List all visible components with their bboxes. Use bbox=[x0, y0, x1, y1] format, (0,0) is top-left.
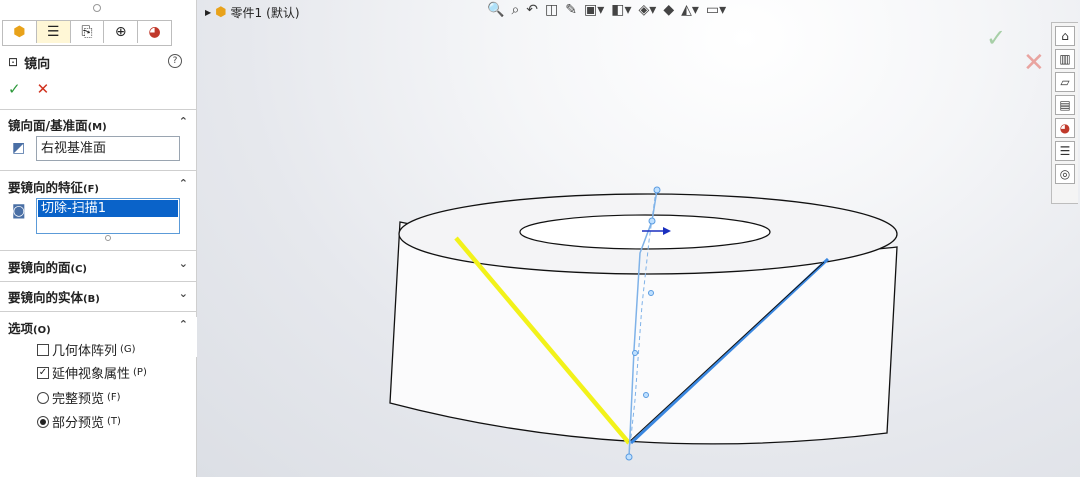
section-features-header[interactable]: 要镜向的特征(F) ⌃ bbox=[8, 177, 190, 195]
chevron-up-icon[interactable]: ⌃ bbox=[179, 177, 188, 190]
section-hotkey: (M) bbox=[87, 122, 107, 133]
display-manager-icon: ◕ bbox=[148, 24, 161, 40]
list-resize-grip-icon[interactable] bbox=[105, 235, 111, 241]
ok-button[interactable]: ✓ bbox=[8, 80, 21, 98]
part-model[interactable] bbox=[197, 0, 1080, 477]
section-hotkey: (C) bbox=[70, 264, 87, 275]
partial-preview-radio[interactable]: 部分预览 (T) bbox=[37, 412, 121, 431]
mirror-plane-field[interactable]: 右视基准面 bbox=[36, 136, 180, 161]
feature-select-icon: ◙ bbox=[12, 203, 26, 219]
display-manager-tab[interactable]: ◕ bbox=[138, 21, 171, 43]
section-hotkey: (B) bbox=[83, 294, 100, 305]
configuration-manager-tab[interactable]: ⎘ bbox=[71, 21, 105, 43]
chevron-down-icon[interactable]: ⌄ bbox=[179, 287, 188, 300]
path-node[interactable] bbox=[625, 453, 633, 461]
configuration-manager-icon: ⎘ bbox=[81, 24, 93, 40]
radio-selected[interactable] bbox=[37, 415, 49, 428]
path-node[interactable] bbox=[648, 217, 656, 225]
chevron-down-icon[interactable]: ⌄ bbox=[179, 257, 188, 270]
section-faces-header[interactable]: 要镜向的面(C) ⌄ bbox=[8, 257, 190, 275]
section-label: 要镜向的实体 bbox=[8, 290, 84, 305]
option-hotkey: (F) bbox=[107, 392, 121, 403]
help-icon[interactable]: ? bbox=[168, 54, 182, 68]
full-preview-radio[interactable]: 完整预览 (F) bbox=[37, 388, 121, 407]
list-item[interactable]: 切除-扫描1 bbox=[38, 200, 178, 217]
property-manager-tab[interactable]: ☰ bbox=[36, 21, 71, 43]
section-label: 选项 bbox=[8, 321, 34, 336]
section-label: 镜向面/基准面 bbox=[8, 118, 88, 133]
option-label: 部分预览 bbox=[52, 416, 105, 431]
checkbox-checked[interactable]: ✓ bbox=[37, 366, 49, 379]
divider bbox=[0, 311, 196, 312]
path-node[interactable] bbox=[653, 186, 661, 194]
section-hotkey: (F) bbox=[83, 184, 99, 195]
dimxpert-tab[interactable]: ⊕ bbox=[104, 21, 139, 43]
checkbox[interactable] bbox=[37, 343, 49, 356]
panel-grip-icon[interactable] bbox=[93, 4, 101, 12]
divider bbox=[0, 281, 196, 282]
section-label: 要镜向的面 bbox=[8, 260, 71, 275]
option-hotkey: (T) bbox=[107, 416, 121, 427]
feature-manager-icon: ⬢ bbox=[13, 24, 26, 40]
path-node[interactable] bbox=[643, 392, 649, 398]
inner-hole-edge[interactable] bbox=[519, 214, 771, 250]
chevron-up-icon[interactable]: ⌃ bbox=[179, 115, 188, 128]
confirm-row: ✓ ✕ bbox=[8, 80, 49, 98]
property-manager-header: ⊡ 镜向 ? bbox=[8, 53, 188, 72]
section-options-header[interactable]: 选项(O) ⌃ bbox=[8, 318, 190, 336]
radio[interactable] bbox=[37, 391, 49, 404]
option-hotkey: (P) bbox=[133, 367, 147, 378]
section-bodies-header[interactable]: 要镜向的实体(B) ⌄ bbox=[8, 287, 190, 305]
cancel-button[interactable]: ✕ bbox=[37, 80, 50, 98]
option-label: 几何体阵列 bbox=[52, 344, 118, 359]
property-manager-icon: ☰ bbox=[46, 24, 60, 40]
divider bbox=[0, 109, 196, 110]
chevron-up-icon[interactable]: ⌃ bbox=[179, 318, 188, 331]
divider bbox=[0, 170, 196, 171]
page-title: 镜向 bbox=[24, 56, 51, 72]
features-list[interactable]: 切除-扫描1 bbox=[36, 198, 180, 234]
option-label: 完整预览 bbox=[52, 392, 105, 407]
divider bbox=[0, 250, 196, 251]
option-label: 延伸视象属性 bbox=[52, 367, 131, 382]
graphics-viewport[interactable]: ▶ ⬢ 零件1 (默认) 🔍 ⌕ ↶ ◫ ✎ ▣▾ ◧▾ ◈▾ ◆ ◭▾ ▭▾ … bbox=[197, 0, 1080, 477]
path-node[interactable] bbox=[648, 290, 654, 296]
plane-icon: ◩ bbox=[12, 140, 26, 156]
feature-manager-tab[interactable]: ⬢ bbox=[3, 21, 37, 43]
manager-tabs: ⬢ ☰ ⎘ ⊕ ◕ bbox=[2, 20, 172, 46]
mirror-feature-icon: ⊡ bbox=[8, 55, 19, 69]
propagate-visual-checkbox[interactable]: ✓ 延伸视象属性 (P) bbox=[37, 363, 147, 382]
property-manager-panel: ⬢ ☰ ⎘ ⊕ ◕ ⊡ 镜向 ? ✓ ✕ 镜向面/基准面(M) ⌃ ◩ 右视基准… bbox=[0, 0, 197, 477]
section-mirror-plane-header[interactable]: 镜向面/基准面(M) ⌃ bbox=[8, 115, 190, 133]
option-hotkey: (G) bbox=[120, 344, 136, 355]
path-node[interactable] bbox=[632, 350, 638, 356]
section-hotkey: (O) bbox=[33, 325, 51, 336]
dimxpert-icon: ⊕ bbox=[114, 24, 127, 40]
section-label: 要镜向的特征 bbox=[8, 180, 84, 195]
geometry-pattern-checkbox[interactable]: 几何体阵列 (G) bbox=[37, 340, 136, 359]
